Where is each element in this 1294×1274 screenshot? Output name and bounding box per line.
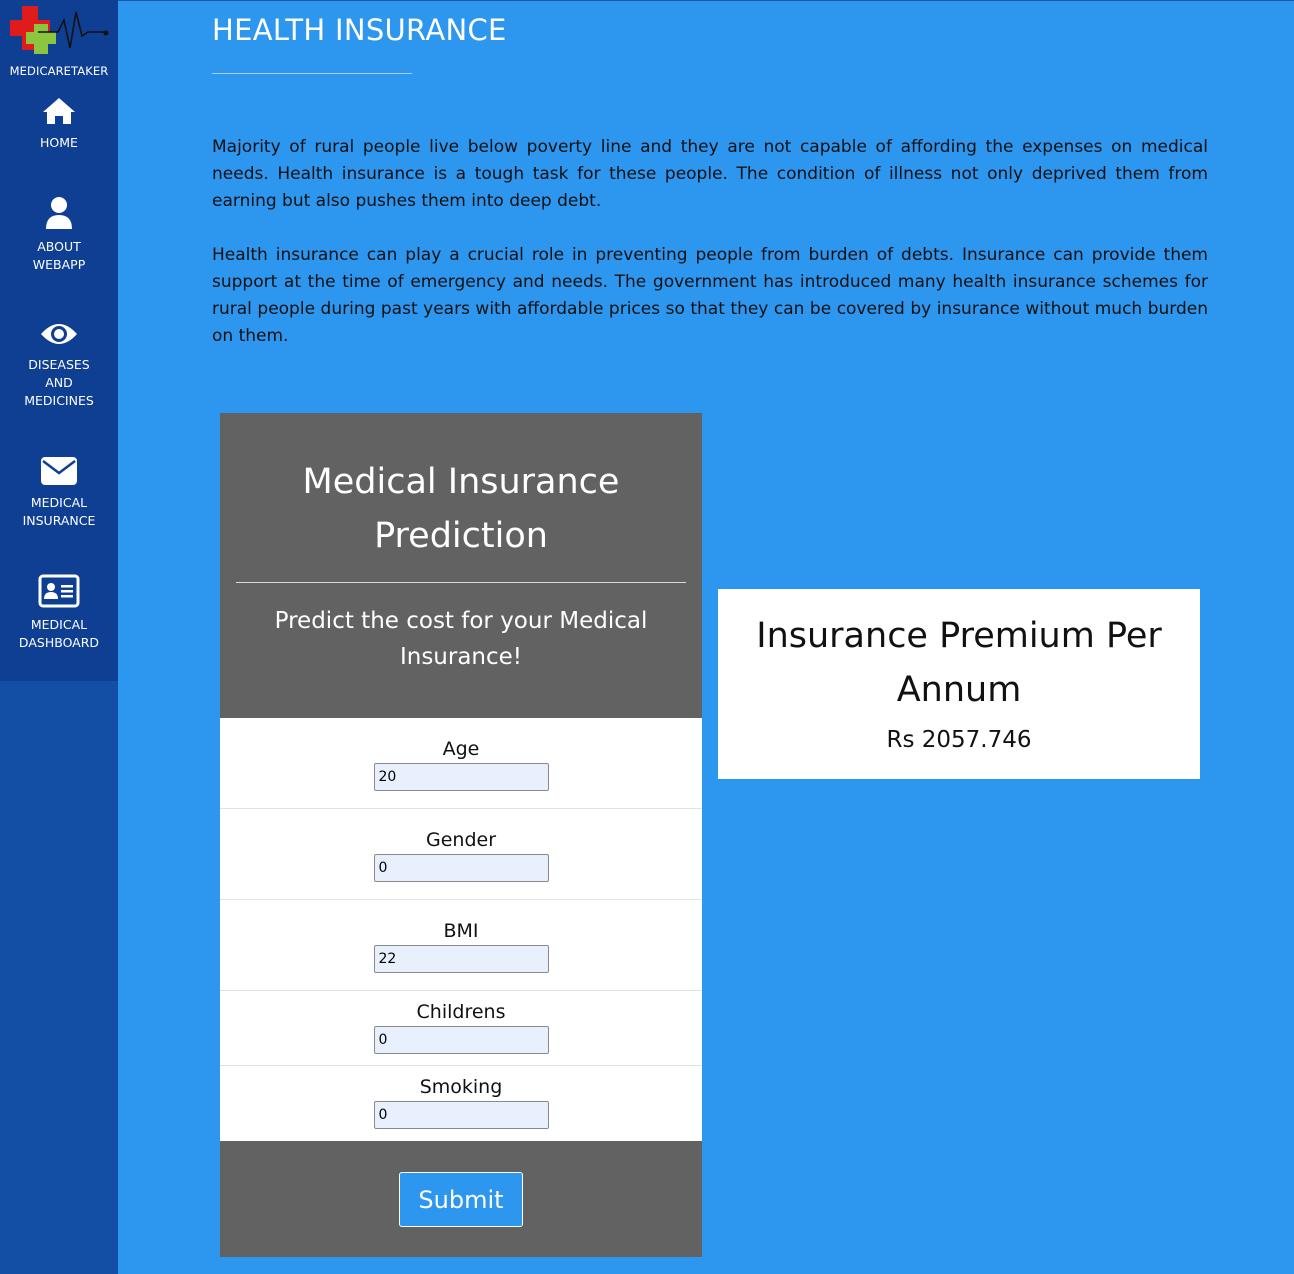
- id-card-icon: [38, 574, 80, 608]
- bmi-input[interactable]: [373, 945, 549, 973]
- age-input[interactable]: [373, 763, 549, 791]
- smoking-label: Smoking: [419, 1076, 503, 1098]
- bmi-label: BMI: [443, 920, 479, 942]
- form-divider: [236, 582, 686, 583]
- submit-button[interactable]: Submit: [399, 1172, 523, 1227]
- top-border: [0, 0, 1294, 1]
- sidebar: MEDICARETAKER HOME ABOUT WEBAPP DISEASES…: [0, 0, 118, 681]
- smoking-field-row: Smoking: [220, 1066, 702, 1141]
- childrens-input[interactable]: [373, 1026, 549, 1054]
- form-subtitle: Predict the cost for your Medical Insura…: [274, 608, 648, 670]
- gender-field-row: Gender: [220, 809, 702, 900]
- sidebar-item-insurance[interactable]: MEDICAL INSURANCE: [0, 456, 118, 530]
- insurance-paragraph: Health insurance can play a crucial role…: [212, 245, 1208, 346]
- sidebar-item-label: ABOUT WEBAPP: [32, 239, 86, 272]
- form-header: Medical Insurance Prediction Predict the…: [220, 413, 702, 718]
- title-divider: [212, 73, 412, 74]
- gender-input[interactable]: [373, 854, 549, 882]
- user-icon: [46, 197, 72, 229]
- age-field-row: Age: [220, 718, 702, 809]
- home-icon: [43, 98, 75, 124]
- sidebar-item-home[interactable]: HOME: [0, 96, 118, 152]
- form-footer: Submit: [220, 1141, 702, 1257]
- result-title: Insurance Premium Per Annum: [756, 616, 1162, 710]
- sidebar-item-dashboard[interactable]: MEDICAL DASHBOARD: [0, 574, 118, 652]
- brand-name: MEDICARETAKER: [9, 64, 109, 78]
- sidebar-item-label: MEDICAL INSURANCE: [22, 495, 96, 528]
- medical-cross-logo-icon: [10, 6, 109, 54]
- sidebar-item-label: DISEASES AND MEDICINES: [24, 357, 94, 408]
- gender-label: Gender: [425, 829, 497, 851]
- age-label: Age: [442, 738, 480, 760]
- sidebar-item-diseases[interactable]: DISEASES AND MEDICINES: [0, 320, 118, 410]
- bmi-field-row: BMI: [220, 900, 702, 991]
- childrens-label: Childrens: [416, 1001, 506, 1023]
- smoking-input[interactable]: [373, 1101, 549, 1129]
- sidebar-item-label: MEDICAL DASHBOARD: [18, 617, 100, 650]
- page-title: HEALTH INSURANCE: [212, 13, 507, 47]
- sidebar-item-about[interactable]: ABOUT WEBAPP: [0, 196, 118, 274]
- eye-icon: [41, 324, 77, 344]
- envelope-icon: [41, 457, 77, 485]
- result-panel: Insurance Premium Per Annum Rs 2057.746: [718, 589, 1200, 779]
- logo[interactable]: MEDICARETAKER: [0, 0, 118, 82]
- prediction-form: Medical Insurance Prediction Predict the…: [220, 413, 702, 1257]
- intro-paragraph: Majority of rural people live below pove…: [212, 137, 1208, 211]
- sidebar-item-label: HOME: [40, 135, 78, 150]
- premium-value: Rs 2057.746: [886, 727, 1032, 753]
- childrens-field-row: Childrens: [220, 991, 702, 1066]
- form-title: Medical Insurance Prediction: [302, 462, 620, 556]
